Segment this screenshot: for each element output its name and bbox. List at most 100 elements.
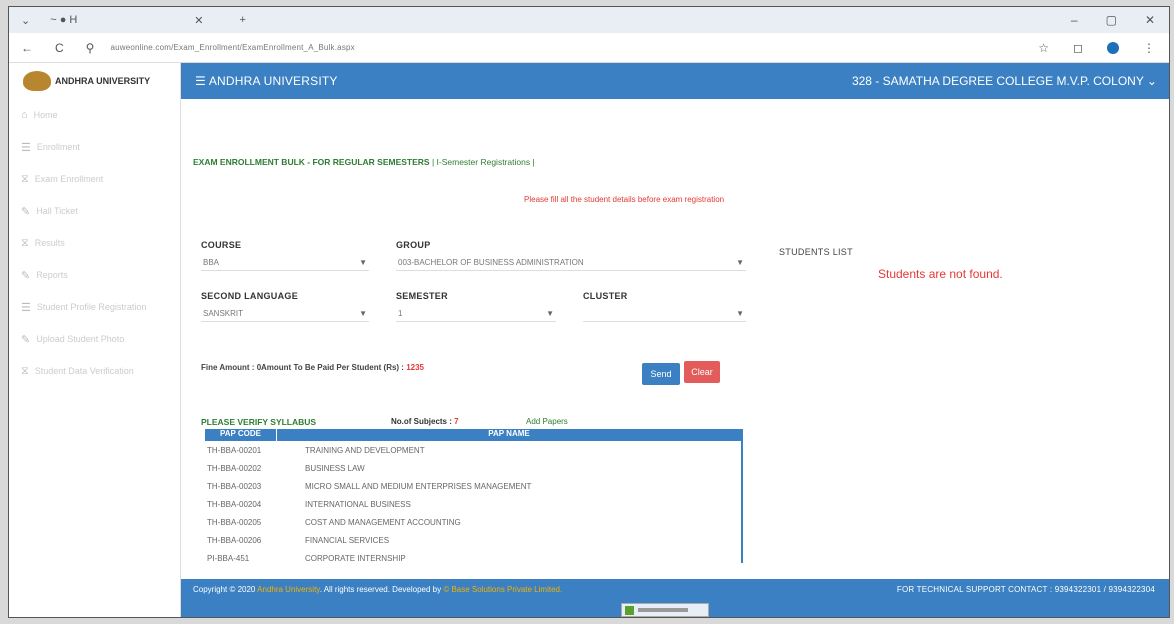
- pap-code-cell: TH-BBA-00206: [207, 535, 262, 545]
- sidebar-toggle-title[interactable]: ☰ ANDHRA UNIVERSITY: [195, 74, 338, 88]
- pap-name-cell: COST AND MANAGEMENT ACCOUNTING: [305, 517, 461, 527]
- clear-button[interactable]: Clear: [684, 361, 720, 383]
- header-title: ANDHRA UNIVERSITY: [208, 74, 338, 88]
- filter-icon: ⧖: [21, 172, 29, 185]
- course-value: BBA: [203, 258, 220, 267]
- page-title: EXAM ENROLLMENT BULK - FOR REGULAR SEMES…: [193, 157, 535, 167]
- fine-amount: Fine Amount : 0: [201, 363, 262, 372]
- cluster-select[interactable]: ▼: [583, 306, 746, 322]
- second-language-label: SECOND LANGUAGE: [201, 291, 299, 301]
- papers-table[interactable]: PAP CODE PAP NAME TH-BBA-00201 TRAINING A…: [205, 429, 743, 563]
- copyright-prefix: Copyright © 2020: [193, 585, 256, 594]
- amount-label: Amount To Be Paid Per Student (Rs) :: [261, 363, 404, 372]
- security-badge[interactable]: [621, 603, 709, 617]
- group-value: 003-BACHELOR OF BUSINESS ADMINISTRATION: [398, 258, 584, 267]
- sidebar-item-hall-ticket[interactable]: ✎ Hall Ticket: [9, 195, 180, 227]
- restore-icon[interactable]: ▢: [1106, 13, 1117, 27]
- sidebar-item-label: Results: [34, 238, 65, 248]
- chevron-down-icon: ▼: [359, 309, 367, 318]
- app-root: ANDHRA UNIVERSITY ⌂ Home ☰ Enrollment ⧖ Exa…: [9, 63, 1169, 617]
- semester-value: 1: [398, 309, 403, 318]
- sidebar-item-label: Student Data Verification: [34, 366, 134, 376]
- tab-search-icon[interactable]: ⌄: [21, 14, 30, 27]
- subjects-count-value: 7: [454, 417, 459, 426]
- page-subtitle: | I-Semester Registrations |: [431, 157, 535, 167]
- sidebar-item-enrollment[interactable]: ☰ Enrollment: [9, 131, 180, 163]
- pap-name-cell: TRAINING AND DEVELOPMENT: [305, 445, 425, 455]
- extensions-icon[interactable]: ◻: [1073, 41, 1083, 55]
- students-list-label: STUDENTS LIST: [779, 247, 853, 257]
- university-logo[interactable]: ANDHRA UNIVERSITY: [9, 63, 180, 99]
- main-content: EXAM ENROLLMENT BULK - FOR REGULAR SEMES…: [181, 99, 1169, 579]
- edit-icon: ✎: [21, 333, 31, 346]
- pap-code-cell: TH-BBA-00203: [207, 481, 262, 491]
- browser-tab[interactable]: ~ ● H: [44, 9, 194, 31]
- second-language-select[interactable]: SANSKRIT ▼: [201, 306, 369, 322]
- pap-code-cell: TH-BBA-00201: [207, 445, 262, 455]
- send-button[interactable]: Send: [642, 363, 680, 385]
- sidebar-item-profile-registration[interactable]: ☰ Student Profile Registration: [9, 291, 180, 323]
- back-icon[interactable]: ←: [21, 41, 33, 55]
- sidebar-item-label: Enrollment: [36, 142, 80, 152]
- sidebar-item-home[interactable]: ⌂ Home: [9, 99, 180, 131]
- security-badge-icon: [625, 605, 634, 615]
- edit-icon: ✎: [21, 205, 31, 218]
- app-header: ☰ ANDHRA UNIVERSITY 328 - SAMATHA DEGREE…: [181, 63, 1169, 99]
- filter-icon: ⧖: [21, 236, 29, 249]
- copyright-org-link[interactable]: Andhra University: [257, 585, 320, 594]
- reload-icon[interactable]: C: [55, 41, 64, 55]
- copyright-mid: . All rights reserved. Developed by: [319, 585, 442, 594]
- sidebar-item-results[interactable]: ⧖ Results: [9, 227, 180, 259]
- sidebar-item-label: Home: [33, 110, 58, 120]
- security-badge-graphic: [638, 608, 688, 612]
- sidebar-item-upload-photo[interactable]: ✎ Upload Student Photo: [9, 323, 180, 355]
- pap-code-cell: TH-BBA-00202: [207, 463, 262, 473]
- column-header-pap-name: PAP NAME: [488, 429, 530, 438]
- pap-code-cell: PI-BBA-451: [207, 553, 250, 563]
- minimize-icon[interactable]: –: [1071, 13, 1078, 27]
- menu-icon: ☰: [21, 141, 31, 154]
- chevron-down-icon: ▼: [546, 309, 554, 318]
- pap-name-cell: MICRO SMALL AND MEDIUM ENTERPRISES MANAG…: [305, 481, 532, 491]
- developer-link[interactable]: © Base Solutions Private Limited.: [443, 585, 562, 594]
- close-tab-icon[interactable]: ✕: [194, 14, 203, 27]
- address-bar[interactable]: auweonline.com/Exam_Enrollment/ExamEnrol…: [110, 43, 354, 52]
- pap-name-cell: INTERNATIONAL BUSINESS: [305, 499, 411, 509]
- sidebar-item-exam-enrollment[interactable]: ⧖ Exam Enrollment: [9, 163, 180, 195]
- course-select[interactable]: BBA ▼: [201, 255, 369, 271]
- chevron-down-icon: ▼: [736, 258, 744, 267]
- sidebar-item-label: Student Profile Registration: [36, 302, 147, 312]
- page-title-text: EXAM ENROLLMENT BULK - FOR REGULAR SEMES…: [193, 157, 430, 167]
- profile-avatar[interactable]: [1107, 41, 1119, 54]
- new-tab-icon[interactable]: +: [239, 14, 245, 26]
- subjects-count: No.of Subjects : 7: [391, 417, 459, 426]
- students-not-found-message: Students are not found.: [878, 267, 1003, 281]
- language-value: SANSKRIT: [203, 309, 244, 318]
- logo-text: ANDHRA UNIVERSITY: [55, 76, 151, 86]
- browser-toolbar: ← C ⚲ auweonline.com/Exam_Enrollment/Exa…: [9, 33, 1169, 63]
- college-dropdown[interactable]: 328 - SAMATHA DEGREE COLLEGE M.V.P. COLO…: [852, 74, 1169, 88]
- table-row: TH-BBA-00202 BUSINESS LAW: [205, 459, 741, 477]
- table-row: PI-BBA-451 CORPORATE INTERNSHIP: [205, 549, 741, 563]
- sidebar-item-reports[interactable]: ✎ Reports: [9, 259, 180, 291]
- table-row: TH-BBA-00206 FINANCIAL SERVICES: [205, 531, 741, 549]
- sidebar-item-label: Upload Student Photo: [36, 334, 125, 344]
- home-icon: ⌂: [21, 109, 28, 121]
- subjects-label: No.of Subjects :: [391, 417, 452, 426]
- amount-value: 1235: [406, 363, 424, 372]
- verify-syllabus-label: PLEASE VERIFY SYLLABUS: [201, 417, 317, 427]
- sidebar-item-data-verification[interactable]: ⧖ Student Data Verification: [9, 355, 180, 387]
- browser-menu-icon[interactable]: ⋮: [1143, 41, 1155, 55]
- sidebar-item-label: Reports: [36, 270, 68, 280]
- bookmark-star-icon[interactable]: ☆: [1038, 41, 1049, 55]
- close-window-icon[interactable]: ✕: [1145, 13, 1155, 27]
- group-select[interactable]: 003-BACHELOR OF BUSINESS ADMINISTRATION …: [396, 255, 746, 271]
- add-papers-link[interactable]: Add Papers: [526, 417, 568, 426]
- window-controls: – ▢ ✕: [1071, 13, 1169, 27]
- semester-select[interactable]: 1 ▼: [396, 306, 556, 322]
- site-info-icon[interactable]: ⚲: [86, 41, 95, 55]
- sidebar: ANDHRA UNIVERSITY ⌂ Home ☰ Enrollment ⧖ Exa…: [9, 63, 181, 617]
- table-row: TH-BBA-00201 TRAINING AND DEVELOPMENT: [205, 441, 741, 459]
- filter-icon: ⧖: [21, 364, 29, 377]
- pap-name-cell: BUSINESS LAW: [305, 463, 365, 473]
